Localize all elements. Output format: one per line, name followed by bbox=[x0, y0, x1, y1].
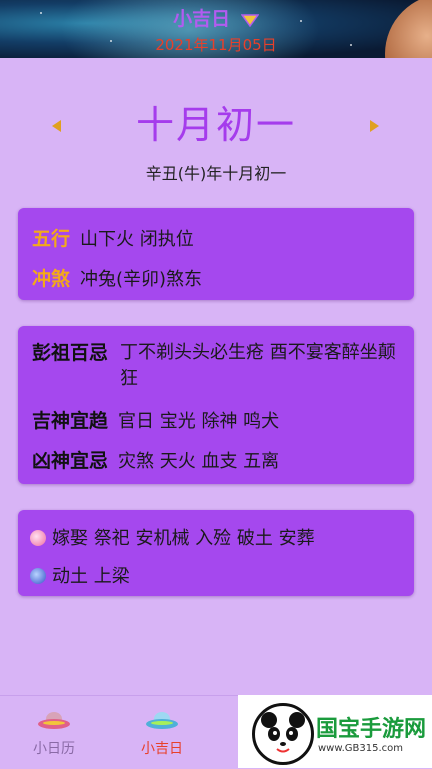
xiongshen-value: 灾煞 天火 血支 五离 bbox=[118, 451, 280, 472]
lunar-date-title: 十月初一 bbox=[135, 103, 296, 147]
tab-lucky-day-label: 小吉日 bbox=[141, 741, 183, 757]
yi-ji-card: 嫁娶 祭祀 安机械 入殓 破土 安葬 动土 上梁 bbox=[18, 510, 414, 596]
brand-url: www.GB315.com bbox=[318, 743, 404, 754]
wuxing-value: 山下火 闭执位 bbox=[80, 229, 194, 250]
header-banner: 小吉日 2021年11月05日 bbox=[0, 0, 432, 58]
header-date: 2021年11月05日 bbox=[155, 36, 277, 54]
tab-calendar[interactable]: 小日历 bbox=[0, 696, 108, 769]
panda-face-icon bbox=[261, 712, 305, 753]
brand-text: 国宝手游网 bbox=[316, 717, 427, 742]
yi-row: 嫁娶 祭祀 安机械 入殓 破土 安葬 bbox=[30, 524, 404, 550]
wuxing-row: 五行 山下火 闭执位 bbox=[32, 224, 404, 251]
ufo-icon bbox=[38, 712, 70, 729]
lunar-year-subtitle: 辛丑(牛)年十月初一 bbox=[145, 164, 287, 183]
next-day-arrow-icon[interactable] bbox=[370, 120, 379, 132]
pengzu-label: 彭祖百忌 bbox=[32, 342, 109, 364]
yi-value: 嫁娶 祭祀 安机械 入殓 破土 安葬 bbox=[52, 528, 315, 549]
jishen-label: 吉神宜趋 bbox=[32, 410, 109, 432]
bad-icon bbox=[30, 568, 46, 584]
jishen-value: 官日 宝光 除神 鸣犬 bbox=[118, 411, 280, 432]
panda-logo-icon bbox=[252, 703, 314, 765]
good-icon bbox=[30, 530, 46, 546]
header-title-text: 小吉日 bbox=[173, 8, 231, 30]
main-content: 十月初一 辛丑(牛)年十月初一 五行 山下火 闭执位 冲煞 冲兔(辛卯)煞东 彭祖百… bbox=[0, 58, 432, 695]
tab-lucky-day[interactable]: 小吉日 bbox=[108, 696, 216, 769]
pengzu-row: 彭祖百忌 丁不剃头头必生疮 酉不宴客醉坐颠狂 bbox=[32, 340, 404, 392]
pengzu-value: 丁不剃头头必生疮 酉不宴客醉坐颠狂 bbox=[120, 342, 396, 389]
almanac-card: 彭祖百忌 丁不剃头头必生疮 酉不宴客醉坐颠狂 吉神宜趋 官日 宝光 除神 鸣犬 凶… bbox=[18, 326, 414, 484]
xiongshen-label: 凶神宜忌 bbox=[32, 450, 109, 472]
watermark-logo: 国宝手游网 www.GB315.com bbox=[238, 695, 432, 768]
chongsha-label: 冲煞 bbox=[32, 268, 71, 290]
ufo-active-icon bbox=[146, 712, 178, 729]
header-title: 小吉日 bbox=[0, 4, 432, 31]
ji-row: 动土 上梁 bbox=[30, 562, 404, 588]
jishen-row: 吉神宜趋 官日 宝光 除神 鸣犬 bbox=[32, 406, 404, 433]
ji-value: 动土 上梁 bbox=[52, 566, 130, 587]
wuxing-label: 五行 bbox=[32, 228, 71, 250]
xiongshen-row: 凶神宜忌 灾煞 天火 血支 五离 bbox=[32, 446, 404, 473]
wuxing-card: 五行 山下火 闭执位 冲煞 冲兔(辛卯)煞东 bbox=[18, 208, 414, 300]
chongsha-row: 冲煞 冲兔(辛卯)煞东 bbox=[32, 264, 404, 291]
chongsha-value: 冲兔(辛卯)煞东 bbox=[80, 269, 203, 290]
tab-calendar-label: 小日历 bbox=[33, 741, 75, 757]
crown-icon bbox=[240, 13, 259, 27]
